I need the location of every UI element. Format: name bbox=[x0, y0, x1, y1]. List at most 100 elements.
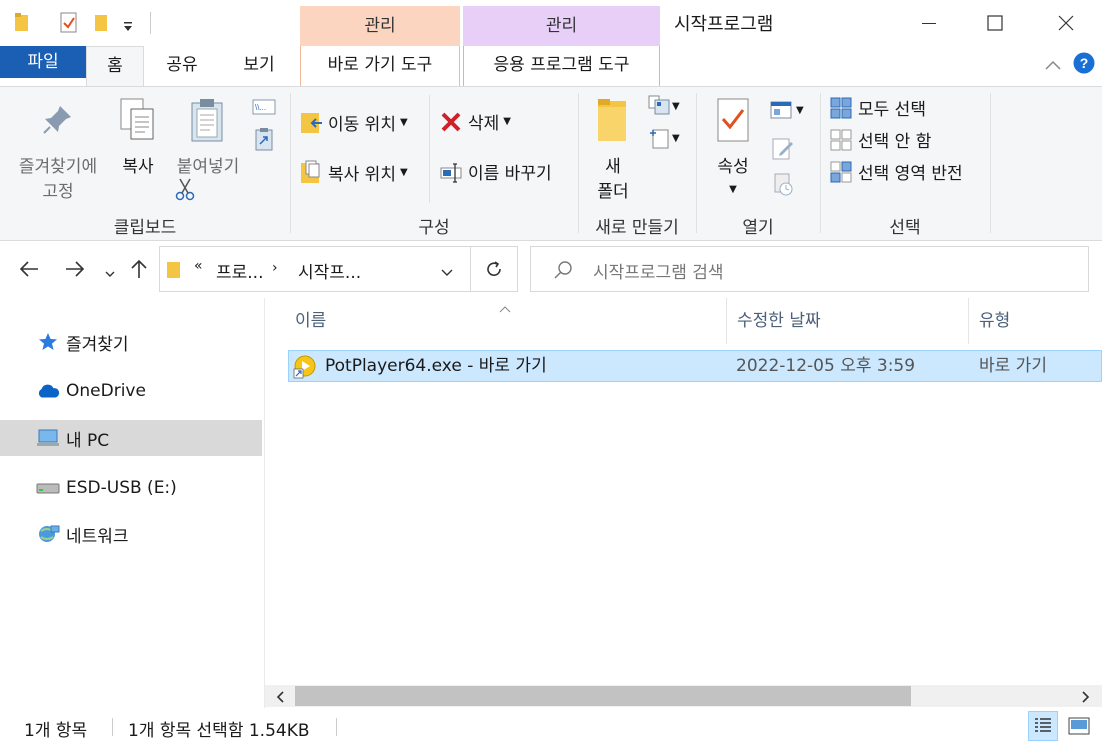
maximize-button[interactable] bbox=[966, 0, 1024, 46]
table-row[interactable]: PotPlayer64.exe - 바로 가기 2022-12-05 오후 3:… bbox=[288, 350, 1102, 382]
breadcrumb-overflow[interactable]: « bbox=[194, 258, 203, 274]
group-label-select: 선택 bbox=[889, 218, 921, 238]
column-header-name[interactable]: 이름 bbox=[295, 298, 725, 344]
easy-access-dropdown-icon: ▼ bbox=[672, 132, 680, 144]
select-all-label: 모두 선택 bbox=[858, 100, 926, 120]
status-divider bbox=[112, 718, 113, 736]
scroll-left-icon[interactable] bbox=[275, 689, 285, 709]
select-none-button[interactable]: 선택 안 함 bbox=[830, 127, 931, 152]
delete-dropdown-icon: ▼ bbox=[503, 116, 511, 127]
pin-to-quick-access-button[interactable]: 즐겨찾기에 고정 bbox=[8, 95, 108, 205]
rename-button[interactable]: 이름 바꾸기 bbox=[440, 159, 552, 184]
paste-button[interactable]: 붙여넣기 bbox=[168, 95, 248, 185]
column-header-date[interactable]: 수정한 날짜 bbox=[737, 298, 967, 344]
delete-label: 삭제 bbox=[468, 114, 500, 134]
details-view-icon bbox=[1035, 718, 1051, 732]
customize-dropdown-icon[interactable] bbox=[122, 18, 134, 38]
network-icon bbox=[36, 522, 60, 546]
column-divider[interactable] bbox=[726, 298, 727, 344]
copy-path-icon[interactable]: \\... bbox=[252, 99, 276, 120]
move-to-label: 이동 위치 bbox=[328, 114, 396, 135]
nav-item-label: 내 PC bbox=[66, 430, 110, 451]
paste-shortcut-icon[interactable] bbox=[254, 127, 274, 156]
group-separator bbox=[696, 93, 697, 233]
easy-access-button[interactable]: ▼ bbox=[648, 127, 680, 149]
recent-locations-icon[interactable] bbox=[104, 264, 116, 284]
tab-app-tools[interactable]: 응용 프로그램 도구 bbox=[463, 46, 660, 86]
breadcrumb-programs[interactable]: 프로... bbox=[216, 258, 264, 283]
item-count: 1개 항목 bbox=[24, 721, 88, 741]
new-folder-label-line2: 폴더 bbox=[597, 182, 629, 202]
copy-to-button[interactable]: 복사 위치 ▼ bbox=[300, 159, 408, 185]
drive-icon bbox=[36, 476, 60, 500]
ribbon: 즐겨찾기에 고정 복사 붙여넣기 \\... 클립보드 이동 위치 ▼ 복사 위… bbox=[0, 86, 1102, 241]
scroll-right-icon[interactable] bbox=[1081, 689, 1091, 709]
large-icons-view-button[interactable] bbox=[1064, 711, 1094, 741]
group-label-new: 새로 만들기 bbox=[595, 218, 679, 238]
copy-icon bbox=[118, 97, 158, 148]
tab-shortcut-tools[interactable]: 바로 가기 도구 bbox=[300, 46, 460, 86]
properties-icon[interactable] bbox=[60, 12, 78, 39]
move-to-button[interactable]: 이동 위치 ▼ bbox=[300, 109, 408, 135]
group-separator bbox=[820, 93, 821, 233]
copy-button[interactable]: 복사 bbox=[112, 95, 164, 185]
nav-item-label: ESD-USB (E:) bbox=[66, 478, 177, 498]
help-icon[interactable]: ? bbox=[1073, 52, 1095, 79]
column-header-type[interactable]: 유형 bbox=[979, 298, 1099, 344]
address-dropdown-icon[interactable] bbox=[440, 263, 454, 283]
delete-button[interactable]: 삭제 ▼ bbox=[440, 109, 511, 134]
nav-item-usb-drive[interactable]: ESD-USB (E:) bbox=[0, 470, 262, 506]
new-folder-button[interactable]: 새 폴더 bbox=[588, 95, 638, 205]
search-input[interactable]: 시작프로그램 검색 bbox=[530, 246, 1089, 292]
nav-item-quick-access[interactable]: 즐겨찾기 bbox=[0, 324, 262, 360]
group-label-organize: 구성 bbox=[418, 218, 450, 238]
title-bar: 관리 관리 시작프로그램 bbox=[0, 0, 1102, 46]
move-to-icon bbox=[301, 113, 322, 133]
refresh-icon bbox=[487, 261, 501, 276]
minimize-button[interactable] bbox=[900, 0, 958, 46]
tab-view[interactable]: 보기 bbox=[228, 46, 290, 86]
invert-selection-button[interactable]: 선택 영역 반전 bbox=[830, 159, 963, 184]
context-tab-manage-app[interactable]: 관리 bbox=[463, 6, 660, 46]
new-folder-icon[interactable] bbox=[94, 12, 108, 37]
navigation-pane: 즐겨찾기 OneDrive 내 PC ESD-USB (E:) 네트워크 bbox=[0, 298, 264, 706]
new-folder-label-line1: 새 bbox=[605, 157, 621, 177]
selection-info: 1개 항목 선택함 1.54KB bbox=[128, 721, 310, 741]
address-bar[interactable]: « 프로... › 시작프... bbox=[159, 246, 471, 292]
open-button[interactable]: ▼ bbox=[770, 101, 804, 119]
forward-icon[interactable] bbox=[64, 260, 86, 283]
nav-item-this-pc[interactable]: 내 PC bbox=[0, 420, 262, 456]
nav-item-network[interactable]: 네트워크 bbox=[0, 516, 262, 552]
tab-share[interactable]: 공유 bbox=[152, 46, 212, 86]
breadcrumb-startup[interactable]: 시작프... bbox=[298, 258, 361, 283]
svg-text:\\...: \\... bbox=[255, 103, 266, 112]
edit-icon[interactable] bbox=[772, 137, 794, 166]
tab-home[interactable]: 홈 bbox=[86, 46, 144, 87]
nav-item-onedrive[interactable]: OneDrive bbox=[0, 373, 262, 409]
invert-selection-icon bbox=[830, 161, 852, 182]
details-view-button[interactable] bbox=[1028, 711, 1058, 741]
collapse-ribbon-icon[interactable] bbox=[1044, 56, 1062, 76]
group-separator bbox=[578, 93, 579, 233]
close-button[interactable] bbox=[1037, 0, 1095, 46]
select-all-button[interactable]: 모두 선택 bbox=[830, 95, 926, 120]
column-divider[interactable] bbox=[968, 298, 969, 344]
properties-button[interactable]: 속성 ▼ bbox=[706, 95, 760, 205]
ribbon-tab-bar: 파일 홈 공유 보기 바로 가기 도구 응용 프로그램 도구 ? bbox=[0, 46, 1102, 87]
scrollbar-thumb[interactable] bbox=[295, 686, 911, 706]
back-icon[interactable] bbox=[18, 260, 40, 283]
context-tab-manage-shortcut[interactable]: 관리 bbox=[300, 6, 460, 46]
folder-icon[interactable] bbox=[14, 12, 30, 37]
tab-file[interactable]: 파일 bbox=[0, 46, 86, 78]
up-icon[interactable] bbox=[130, 258, 148, 285]
cut-icon[interactable] bbox=[175, 177, 195, 206]
history-icon[interactable] bbox=[772, 173, 794, 202]
horizontal-scrollbar[interactable] bbox=[265, 685, 1102, 707]
new-item-button[interactable]: ▼ bbox=[648, 95, 680, 117]
address-row: « 프로... › 시작프... 시작프로그램 검색 bbox=[0, 242, 1102, 298]
invert-selection-label: 선택 영역 반전 bbox=[858, 164, 963, 184]
group-label-open: 열기 bbox=[742, 218, 774, 238]
group-separator bbox=[290, 93, 291, 233]
refresh-button[interactable] bbox=[471, 246, 518, 292]
breadcrumb-separator-icon[interactable]: › bbox=[272, 260, 278, 276]
